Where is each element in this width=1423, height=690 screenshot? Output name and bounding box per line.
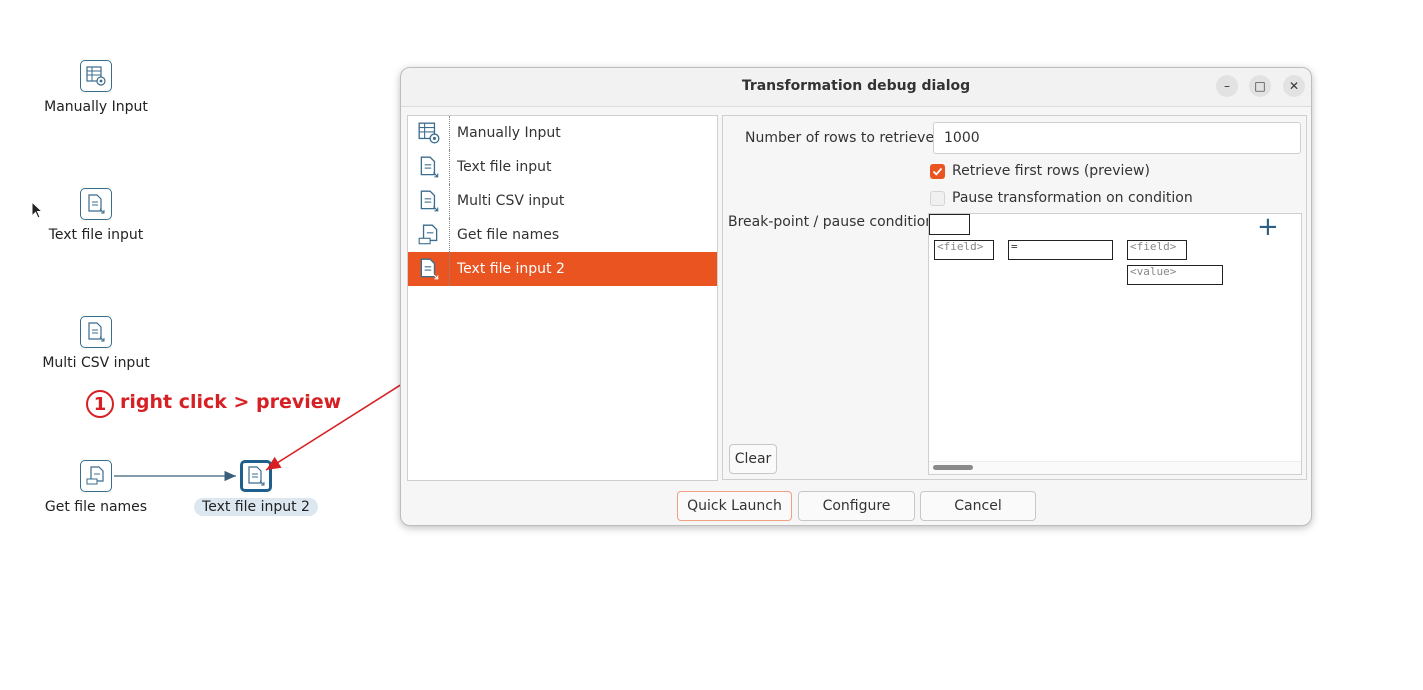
canvas-step-text-file-input[interactable]: Text file input bbox=[31, 188, 161, 244]
text-file-icon bbox=[408, 150, 450, 184]
annotation-arrow-1 bbox=[265, 371, 422, 471]
condition-value[interactable]: <value> bbox=[1127, 265, 1223, 285]
pause-transformation-checkbox[interactable] bbox=[930, 191, 945, 206]
canvas-step-label: Text file input 2 bbox=[194, 498, 318, 516]
condition-group-box[interactable] bbox=[929, 214, 970, 235]
canvas-step-get-file-names[interactable]: Get file names bbox=[31, 460, 161, 516]
canvas-step-multi-csv-input[interactable]: Multi CSV input bbox=[31, 316, 161, 372]
list-item[interactable]: Manually Input bbox=[408, 116, 717, 150]
table-gear-icon bbox=[80, 60, 112, 92]
list-item[interactable]: Get file names bbox=[408, 218, 717, 252]
rows-input[interactable]: 1000 bbox=[933, 122, 1301, 154]
list-item[interactable]: Text file input bbox=[408, 150, 717, 184]
text-file-icon bbox=[80, 316, 112, 348]
condition-editor[interactable]: <field> = <field> <value> + bbox=[928, 213, 1302, 475]
text-file-icon bbox=[408, 252, 450, 286]
clear-button[interactable]: Clear bbox=[729, 444, 777, 474]
text-file-icon bbox=[240, 460, 272, 492]
minimize-button[interactable]: – bbox=[1216, 75, 1238, 97]
canvas-step-label: Get file names bbox=[44, 499, 148, 515]
list-item-selected[interactable]: Text file input 2 bbox=[408, 252, 717, 286]
table-gear-icon bbox=[408, 116, 450, 150]
add-condition-icon[interactable]: + bbox=[1257, 214, 1279, 240]
file-list-icon bbox=[80, 460, 112, 492]
step-list[interactable]: Manually Input Text file input Multi CSV… bbox=[407, 115, 718, 481]
condition-field-right[interactable]: <field> bbox=[1127, 240, 1187, 260]
list-item[interactable]: Multi CSV input bbox=[408, 184, 717, 218]
pause-transformation-label: Pause transformation on condition bbox=[952, 190, 1193, 206]
rows-label: Number of rows to retrieve bbox=[745, 130, 935, 146]
canvas-step-label: Text file input bbox=[48, 227, 144, 243]
condition-operator[interactable]: = bbox=[1008, 240, 1113, 260]
list-item-label: Get file names bbox=[457, 227, 560, 243]
breakpoint-label: Break-point / pause condition bbox=[728, 214, 935, 230]
dialog-titlebar[interactable]: Transformation debug dialog – □ ✕ bbox=[401, 68, 1311, 107]
list-item-label: Text file input 2 bbox=[457, 261, 565, 277]
canvas-step-label: Manually Input bbox=[44, 99, 148, 115]
annotation-number-1: 1 bbox=[86, 390, 114, 418]
debug-settings-panel: Number of rows to retrieve 1000 Retrieve… bbox=[722, 115, 1307, 480]
list-item-label: Text file input bbox=[457, 159, 552, 175]
list-item-label: Manually Input bbox=[457, 125, 561, 141]
dialog-title: Transformation debug dialog bbox=[741, 78, 971, 94]
maximize-button[interactable]: □ bbox=[1249, 75, 1271, 97]
horizontal-scrollbar[interactable] bbox=[929, 461, 1301, 474]
retrieve-first-rows-label: Retrieve first rows (preview) bbox=[952, 163, 1150, 179]
quick-launch-button[interactable]: Quick Launch bbox=[677, 491, 792, 521]
retrieve-first-rows-checkbox[interactable] bbox=[930, 164, 945, 179]
scrollbar-thumb[interactable] bbox=[933, 465, 973, 470]
canvas-step-manually-input[interactable]: Manually Input bbox=[31, 60, 161, 116]
annotation-text-1: right click > preview bbox=[120, 391, 342, 413]
list-item-label: Multi CSV input bbox=[457, 193, 565, 209]
canvas-step-label: Multi CSV input bbox=[42, 355, 150, 371]
transformation-debug-dialog: Transformation debug dialog – □ ✕ Manual… bbox=[400, 67, 1312, 526]
cancel-button[interactable]: Cancel bbox=[920, 491, 1036, 521]
condition-field-left[interactable]: <field> bbox=[934, 240, 994, 260]
configure-button[interactable]: Configure bbox=[798, 491, 915, 521]
canvas-step-text-file-input-2[interactable]: Text file input 2 bbox=[191, 460, 321, 516]
file-list-icon bbox=[408, 218, 450, 252]
text-file-icon bbox=[408, 184, 450, 218]
text-file-icon bbox=[80, 188, 112, 220]
close-button[interactable]: ✕ bbox=[1283, 75, 1305, 97]
